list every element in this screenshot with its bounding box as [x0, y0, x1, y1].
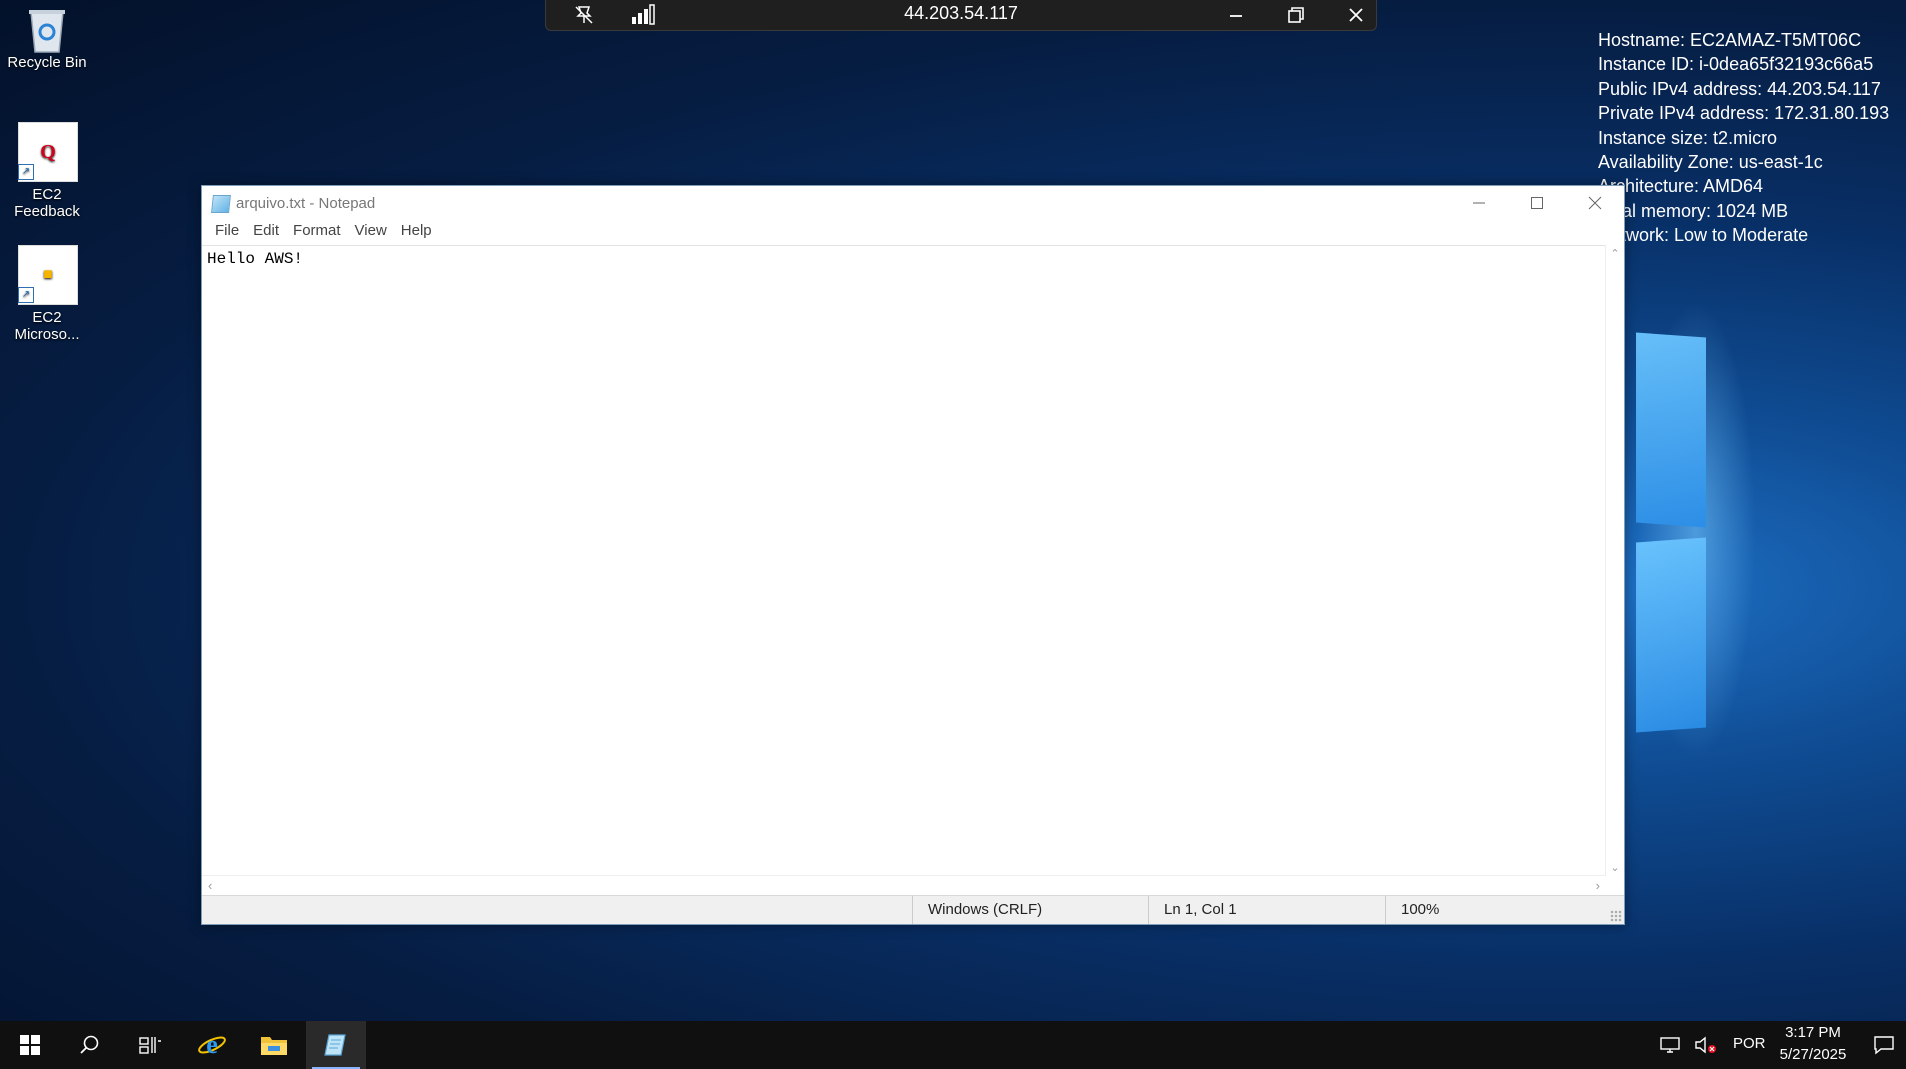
taskbar: e POR 3:17 PM 5/27/2025 — [0, 1021, 1906, 1069]
volume-tray-button[interactable] — [1688, 1021, 1724, 1069]
action-center-button[interactable] — [1862, 1021, 1906, 1069]
bginfo-architecture: Architecture: AMD64 — [1598, 176, 1764, 197]
rdp-connection-bar: 44.203.54.117 — [545, 0, 1377, 31]
start-button[interactable] — [0, 1021, 60, 1069]
menu-format[interactable]: Format — [286, 220, 348, 242]
desktop-icon-ec2-feedback[interactable]: Q ↗ EC2 Feedback — [0, 122, 94, 220]
bginfo-panel: Hostname: EC2AMAZ-T5MT06C Instance ID: i… — [1598, 28, 1889, 248]
status-cursor-position: Ln 1, Col 1 — [1148, 896, 1344, 924]
vertical-scrollbar[interactable]: ⌃ ⌄ — [1605, 245, 1624, 876]
bginfo-availability-zone: Availability Zone: us-east-1c — [1598, 152, 1823, 173]
close-icon[interactable] — [1336, 0, 1376, 30]
minimize-button[interactable] — [1450, 186, 1508, 220]
window-title: arquivo.txt - Notepad — [236, 195, 376, 212]
minimize-icon[interactable] — [1216, 0, 1256, 30]
horizontal-scrollbar[interactable]: ‹ › — [202, 875, 1606, 896]
file-explorer-icon — [261, 1037, 287, 1055]
desktop-icon-ec2-microsoft[interactable]: ■ ↗ EC2 Microso... — [0, 245, 94, 343]
shortcut-arrow-icon: ↗ — [18, 287, 34, 303]
bginfo-private-ip: Private IPv4 address: 172.31.80.193 — [1598, 103, 1890, 124]
status-zoom: 100% — [1385, 896, 1581, 924]
internet-explorer-icon: e — [198, 1030, 226, 1059]
status-encoding: Windows (CRLF) — [912, 896, 1108, 924]
recycle-bin-icon — [23, 2, 71, 54]
search-button[interactable] — [60, 1021, 120, 1069]
desktop-icon-label: EC2 Feedback — [14, 186, 80, 220]
menu-help[interactable]: Help — [394, 220, 439, 242]
bginfo-total-memory: Total memory: 1024 MB — [1598, 200, 1789, 221]
bginfo-public-ip: Public IPv4 address: 44.203.54.117 — [1598, 78, 1881, 99]
taskbar-file-explorer[interactable] — [244, 1021, 304, 1069]
input-language[interactable]: POR — [1733, 1035, 1766, 1052]
notepad-window: arquivo.txt - Notepad File Edit Format V… — [201, 185, 1625, 925]
status-bar: Windows (CRLF) Ln 1, Col 1 100% — [202, 895, 1624, 924]
menu-file[interactable]: File — [208, 220, 246, 242]
bginfo-instance-id: Instance ID: i-0dea65f32193c66a5 — [1598, 54, 1874, 75]
desktop-icon-label: Recycle Bin — [7, 54, 87, 71]
network-tray-button[interactable] — [1652, 1021, 1688, 1069]
restore-icon[interactable] — [1276, 0, 1316, 30]
resize-grip-icon[interactable] — [1610, 910, 1622, 922]
wallpaper-pane-upper — [1636, 332, 1706, 528]
desktop-icon-label: EC2 Microso... — [14, 309, 80, 343]
text-editor-area[interactable]: Hello AWS! — [202, 245, 1606, 876]
menu-bar: File Edit Format View Help — [202, 220, 1624, 242]
network-icon — [1660, 1037, 1680, 1053]
scroll-up-icon[interactable]: ⌃ — [1606, 247, 1624, 260]
desktop-icon-recycle-bin[interactable]: Recycle Bin — [0, 2, 94, 71]
scroll-left-icon[interactable]: ‹ — [208, 878, 212, 893]
notification-icon — [1874, 1036, 1894, 1055]
clock-date[interactable]: 5/27/2025 — [1773, 1046, 1853, 1063]
wallpaper-pane-lower — [1636, 537, 1706, 733]
close-icon — [1588, 196, 1602, 210]
volume-muted-icon — [1695, 1036, 1716, 1054]
close-button[interactable] — [1566, 186, 1624, 220]
bginfo-network: Network: Low to Moderate — [1598, 225, 1809, 246]
notepad-icon — [324, 1034, 346, 1056]
menu-edit[interactable]: Edit — [246, 220, 286, 242]
taskbar-notepad[interactable] — [306, 1021, 366, 1069]
scroll-down-icon[interactable]: ⌄ — [1606, 861, 1624, 874]
menu-view[interactable]: View — [348, 220, 394, 242]
scroll-right-icon[interactable]: › — [1596, 878, 1600, 893]
notepad-app-icon — [211, 195, 231, 213]
minimize-icon — [1473, 202, 1485, 204]
windows-logo-icon — [20, 1035, 40, 1055]
search-icon — [80, 1035, 99, 1054]
svg-text:e: e — [206, 1030, 218, 1059]
clock-time[interactable]: 3:17 PM — [1785, 1024, 1841, 1041]
shortcut-arrow-icon: ↗ — [18, 164, 34, 180]
task-view-button[interactable] — [120, 1021, 180, 1069]
maximize-button[interactable] — [1508, 186, 1566, 220]
taskbar-internet-explorer[interactable]: e — [182, 1021, 242, 1069]
bginfo-instance-size: Instance size: t2.micro — [1598, 127, 1778, 148]
notepad-title-bar[interactable]: arquivo.txt - Notepad — [202, 186, 1624, 220]
bginfo-hostname: Hostname: EC2AMAZ-T5MT06C — [1598, 30, 1862, 50]
task-view-icon — [139, 1037, 161, 1054]
maximize-icon — [1531, 197, 1543, 209]
